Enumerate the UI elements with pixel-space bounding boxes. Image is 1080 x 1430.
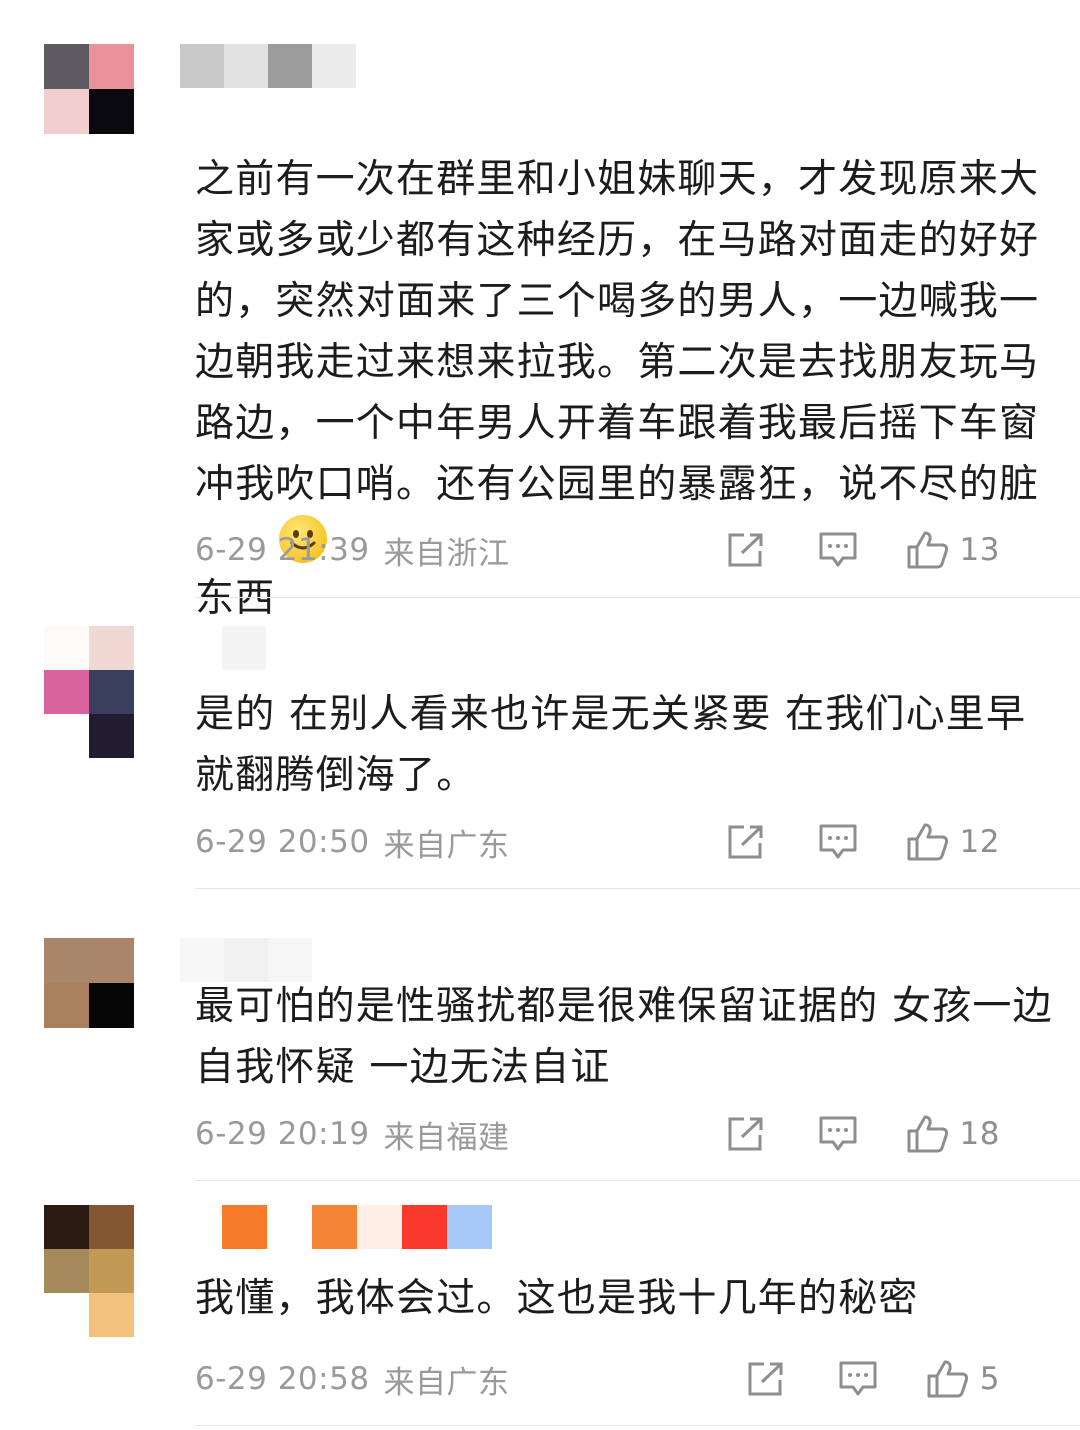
avatar-pixel	[89, 1205, 134, 1249]
comment-time: 6-29 20:58	[195, 1361, 370, 1397]
avatar-pixel	[44, 714, 89, 758]
avatar-pixel	[89, 44, 134, 89]
share-icon	[728, 825, 763, 859]
avatar-pixel	[44, 44, 89, 89]
avatar-pixel	[44, 1205, 89, 1249]
avatar-pixel	[44, 626, 89, 670]
like-button[interactable]: 12	[906, 822, 1000, 862]
share-icon	[748, 1362, 783, 1396]
thumbs-up-icon	[907, 531, 948, 569]
comment-time: 6-29 20:50	[195, 824, 370, 860]
share-icon	[728, 1117, 763, 1151]
avatar-pixel	[89, 938, 134, 983]
like-button[interactable]: 5	[926, 1359, 1000, 1399]
avatar[interactable]	[44, 1205, 134, 1337]
comment-text: 是的 在别人看来也许是无关紧要 在我们心里早就翻腾倒海了。	[195, 692, 1027, 798]
like-count: 12	[959, 824, 1000, 860]
thumbs-up-icon	[907, 1115, 948, 1153]
like-button[interactable]: 13	[906, 530, 1000, 570]
avatar-pixel	[89, 983, 134, 1028]
thumbs-up-icon	[907, 823, 948, 861]
comment-location: 来自福建	[383, 1119, 510, 1156]
comment-actions: 12	[726, 822, 1000, 862]
avatar[interactable]	[44, 938, 134, 1028]
comment-location: 来自广东	[383, 1364, 510, 1401]
thumbs-up-icon	[927, 1360, 968, 1398]
reply-button[interactable]	[818, 531, 858, 569]
avatar-pixel	[44, 670, 89, 714]
comment-location: 来自浙江	[383, 535, 510, 572]
divider	[195, 1425, 1080, 1426]
like-count: 5	[979, 1361, 1000, 1397]
share-button[interactable]	[726, 823, 766, 861]
share-button[interactable]	[726, 531, 766, 569]
divider	[195, 888, 1080, 889]
like-button[interactable]: 18	[906, 1114, 1000, 1154]
reply-button[interactable]	[818, 823, 858, 861]
comment-location: 来自广东	[383, 827, 510, 864]
username-blurred[interactable]	[222, 1205, 492, 1249]
avatar[interactable]	[44, 44, 134, 134]
username-blurred[interactable]	[222, 626, 266, 670]
comment-meta: 6-29 20:50 来自广东 12	[195, 822, 1040, 864]
reply-button[interactable]	[838, 1360, 878, 1398]
avatar-pixel	[44, 938, 89, 983]
avatar-pixel	[89, 1293, 134, 1337]
avatar-pixel	[89, 714, 134, 758]
reply-button[interactable]	[818, 1115, 858, 1153]
avatar-pixel	[89, 89, 134, 134]
share-icon	[728, 533, 763, 567]
divider	[195, 1180, 1080, 1181]
comment-meta: 6-29 21:39 来自浙江 13	[195, 530, 1040, 572]
comment-icon	[819, 532, 857, 567]
avatar-pixel	[44, 89, 89, 134]
avatar-pixel	[44, 1249, 89, 1293]
avatar-pixel	[44, 1293, 89, 1337]
comment-feed: 之前有一次在群里和小姐妹聊天，才发现原来大家或多或少都有这种经历，在马路对面走的…	[0, 0, 1080, 1430]
comment-icon	[839, 1361, 877, 1396]
comment-text: 最可怕的是性骚扰都是很难保留证据的 女孩一边自我怀疑 一边无法自证	[195, 984, 1053, 1090]
comment-actions: 18	[726, 1114, 1000, 1154]
like-count: 18	[959, 1116, 1000, 1152]
avatar-pixel	[89, 1249, 134, 1293]
comment-time: 6-29 20:19	[195, 1116, 370, 1152]
comment-actions: 13	[726, 530, 1000, 570]
divider	[195, 597, 1080, 598]
avatar-pixel	[89, 670, 134, 714]
comment-actions: 5	[746, 1359, 1000, 1399]
comment-time: 6-29 21:39	[195, 532, 370, 568]
avatar[interactable]	[44, 626, 134, 758]
comment-meta: 6-29 20:19 来自福建 18	[195, 1114, 1040, 1156]
share-button[interactable]	[746, 1360, 786, 1398]
like-count: 13	[959, 532, 1000, 568]
comment-icon	[819, 824, 857, 859]
username-blurred[interactable]	[180, 44, 356, 88]
share-button[interactable]	[726, 1115, 766, 1153]
comment-text: 我懂，我体会过。这也是我十几年的秘密	[195, 1276, 919, 1321]
avatar-pixel	[44, 983, 89, 1028]
comment-icon	[819, 1116, 857, 1151]
avatar-pixel	[89, 626, 134, 670]
comment-meta: 6-29 20:58 来自广东 5	[195, 1359, 1040, 1401]
